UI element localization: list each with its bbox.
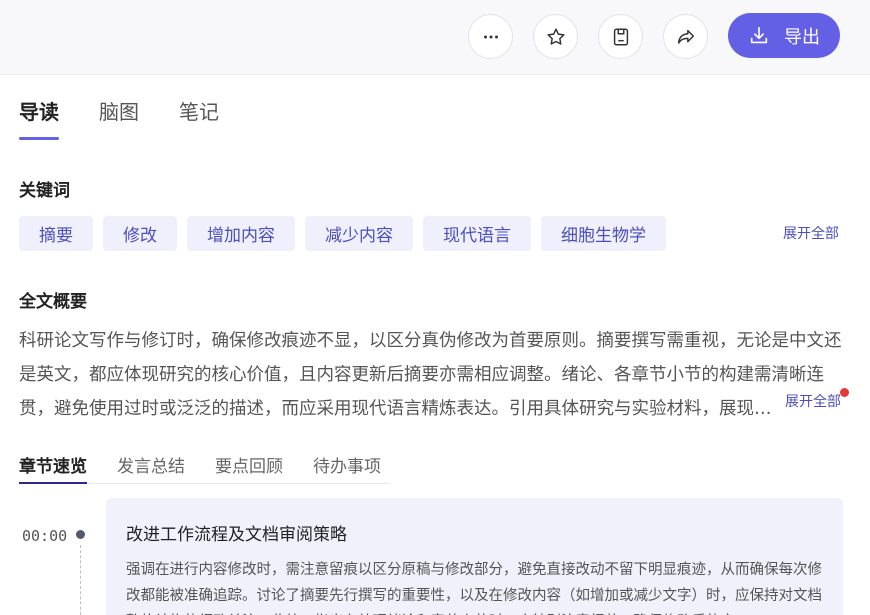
export-button[interactable]: 导出 xyxy=(728,13,840,58)
keyword-tag[interactable]: 修改 xyxy=(103,216,177,251)
tab-mindmap[interactable]: 脑图 xyxy=(99,96,139,140)
main-tabs: 导读 脑图 笔记 xyxy=(19,96,219,140)
download-icon xyxy=(750,26,768,43)
save-icon xyxy=(613,27,628,46)
keyword-tag[interactable]: 增加内容 xyxy=(187,216,295,251)
timeline-dot xyxy=(76,530,85,539)
share-icon xyxy=(677,29,694,44)
keyword-list: 摘要 修改 增加内容 减少内容 现代语言 细胞生物学 xyxy=(19,216,666,251)
star-icon xyxy=(546,27,565,45)
chapter-card[interactable]: 改进工作流程及文档审阅策略 强调在进行内容修改时，需注意留痕以区分原稿与修改部分… xyxy=(106,498,843,615)
keyword-tag[interactable]: 现代语言 xyxy=(423,216,531,251)
keywords-expand-link[interactable]: 展开全部 xyxy=(783,223,839,243)
keyword-tag[interactable]: 减少内容 xyxy=(305,216,413,251)
summary-block: 科研论文写作与修订时，确保修改痕迹不显，以区分真伪修改为首要原则。摘要撰写需重视… xyxy=(19,324,845,426)
subtab-chapter-overview[interactable]: 章节速览 xyxy=(19,452,87,484)
save-button[interactable] xyxy=(598,14,643,59)
chapter-body: 强调在进行内容修改时，需注意留痕以区分原稿与修改部分，避免直接改动不留下明显痕迹… xyxy=(126,562,822,615)
favorite-button[interactable] xyxy=(533,14,578,59)
more-button[interactable] xyxy=(468,14,513,59)
notification-dot xyxy=(840,388,849,397)
subtab-todo[interactable]: 待办事项 xyxy=(313,452,381,483)
subtab-speech-summary[interactable]: 发言总结 xyxy=(117,452,185,483)
tab-guide[interactable]: 导读 xyxy=(19,96,59,140)
keyword-tag[interactable]: 细胞生物学 xyxy=(541,216,666,251)
top-toolbar: 导出 xyxy=(0,0,870,75)
chapter-subtabs: 章节速览 发言总结 要点回顾 待办事项 xyxy=(19,452,389,484)
summary-expand-link[interactable]: 展开全部 xyxy=(783,391,841,411)
chapter-title: 改进工作流程及文档审阅策略 xyxy=(126,525,347,545)
chapter-timestamp[interactable]: 00:00 xyxy=(22,527,67,545)
export-label: 导出 xyxy=(784,26,820,48)
timeline-line xyxy=(80,545,81,615)
summary-text: 科研论文写作与修订时，确保修改痕迹不显，以区分真伪修改为首要原则。摘要撰写需重视… xyxy=(19,331,842,419)
summary-title: 全文概要 xyxy=(19,292,87,312)
keyword-tag[interactable]: 摘要 xyxy=(19,216,93,251)
tab-notes[interactable]: 笔记 xyxy=(179,96,219,140)
more-icon xyxy=(483,35,498,38)
keywords-title: 关键词 xyxy=(19,181,70,201)
share-button[interactable] xyxy=(663,14,708,59)
subtab-key-points[interactable]: 要点回顾 xyxy=(215,452,283,483)
